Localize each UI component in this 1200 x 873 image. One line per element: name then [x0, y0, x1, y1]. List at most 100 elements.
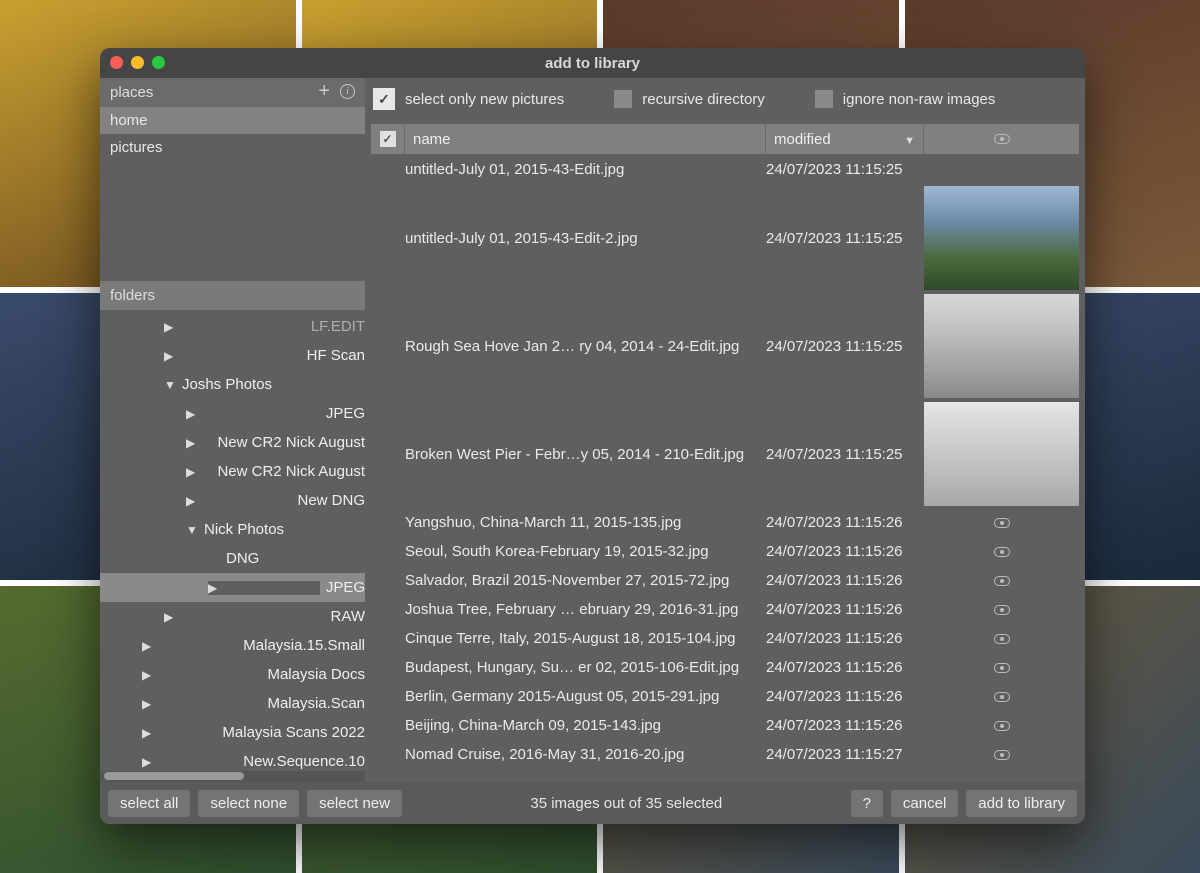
file-name: Joshua Tree, February … ebruary 29, 2016…	[405, 601, 766, 618]
chevron-right-icon[interactable]	[208, 581, 320, 595]
main-panel: select only new pictures recursive direc…	[365, 78, 1085, 782]
tree-item-label: Nick Photos	[204, 521, 284, 538]
chevron-right-icon[interactable]	[142, 639, 237, 653]
tree-item[interactable]: HF Scan	[100, 341, 365, 370]
tree-item[interactable]: LF.EDIT	[100, 312, 365, 341]
window-title: add to library	[545, 55, 640, 72]
column-preview[interactable]	[924, 124, 1079, 154]
places-heading: places i	[100, 78, 365, 107]
eye-icon	[994, 518, 1010, 528]
eye-icon	[994, 547, 1010, 557]
tree-item[interactable]: Malaysia.Scan	[100, 689, 365, 718]
add-to-library-button[interactable]: add to library	[966, 790, 1077, 817]
chevron-right-icon[interactable]	[142, 755, 237, 769]
chevron-right-icon[interactable]	[142, 697, 261, 711]
checkbox-recursive[interactable]	[614, 90, 632, 108]
select-all-button[interactable]: select all	[108, 790, 190, 817]
option-recursive[interactable]: recursive directory	[614, 90, 765, 108]
file-row[interactable]: Broken West Pier - Febr…y 05, 2014 - 210…	[371, 400, 1079, 508]
folder-tree[interactable]: LF.EDITHF ScanJoshs PhotosJPEGNew CR2 Ni…	[100, 310, 365, 771]
option-ignore-nonraw[interactable]: ignore non-raw images	[815, 90, 996, 108]
tree-item-label: RAW	[331, 608, 365, 625]
file-name: Nomad Cruise, 2016-May 31, 2016-20.jpg	[405, 746, 766, 763]
tree-item[interactable]: Joshs Photos	[100, 370, 365, 399]
tree-item[interactable]: RAW	[100, 602, 365, 631]
file-modified: 24/07/2023 11:15:25	[766, 446, 924, 463]
minimize-icon[interactable]	[131, 56, 144, 69]
chevron-right-icon[interactable]	[186, 407, 320, 421]
tree-item[interactable]: Malaysia.15.Small	[100, 631, 365, 660]
chevron-down-icon[interactable]	[164, 378, 176, 392]
chevron-right-icon[interactable]	[142, 668, 261, 682]
tree-item[interactable]: New DNG	[100, 486, 365, 515]
check-all-icon[interactable]	[380, 131, 396, 147]
place-item[interactable]: pictures	[100, 134, 365, 161]
column-name[interactable]: name	[405, 124, 766, 154]
file-row[interactable]: Salvador, Brazil 2015-November 27, 2015-…	[371, 566, 1079, 595]
file-list[interactable]: untitled-July 01, 2015-43-Edit.jpg24/07/…	[371, 154, 1079, 782]
window-controls	[110, 56, 165, 69]
eye-icon	[994, 576, 1010, 586]
file-row[interactable]: Yangshuo, China-March 11, 2015-135.jpg24…	[371, 508, 1079, 537]
select-none-button[interactable]: select none	[198, 790, 299, 817]
tree-item[interactable]: DNG	[100, 544, 365, 573]
file-name: Budapest, Hungary, Su… er 02, 2015-106-E…	[405, 659, 766, 676]
tree-item[interactable]: Malaysia Scans 2022	[100, 718, 365, 747]
file-row[interactable]: Rough Sea Hove Jan 2… ry 04, 2014 - 24-E…	[371, 292, 1079, 400]
cancel-button[interactable]: cancel	[891, 790, 958, 817]
tree-item[interactable]: Nick Photos	[100, 515, 365, 544]
titlebar: add to library	[100, 48, 1085, 78]
file-preview-cell	[924, 294, 1079, 398]
close-icon[interactable]	[110, 56, 123, 69]
file-preview-cell	[924, 750, 1079, 760]
tree-horizontal-scrollbar[interactable]	[100, 771, 365, 782]
column-name-label: name	[413, 131, 451, 148]
chevron-right-icon[interactable]	[186, 465, 211, 479]
file-name: Berlin, Germany 2015-August 05, 2015-291…	[405, 688, 766, 705]
add-place-icon[interactable]	[318, 84, 330, 101]
folders-label: folders	[110, 287, 155, 304]
file-modified: 24/07/2023 11:15:26	[766, 659, 924, 676]
column-modified[interactable]: modified	[766, 124, 924, 154]
file-row[interactable]: Cinque Terre, Italy, 2015-August 18, 201…	[371, 624, 1079, 653]
file-row[interactable]: untitled-July 01, 2015-43-Edit-2.jpg24/0…	[371, 184, 1079, 292]
zoom-icon[interactable]	[152, 56, 165, 69]
chevron-right-icon[interactable]	[186, 494, 291, 508]
thumbnail	[924, 402, 1079, 506]
tree-item[interactable]: New CR2 Nick August	[100, 457, 365, 486]
checkbox-ignore-nonraw[interactable]	[815, 90, 833, 108]
tree-item[interactable]: New.Sequence.10	[100, 747, 365, 771]
chevron-right-icon[interactable]	[142, 726, 216, 740]
file-row[interactable]: Nomad Cruise, 2016-May 31, 2016-20.jpg24…	[371, 740, 1079, 769]
column-check-all[interactable]	[371, 124, 405, 154]
chevron-right-icon[interactable]	[164, 349, 301, 363]
file-name: Seoul, South Korea-February 19, 2015-32.…	[405, 543, 766, 560]
tree-item[interactable]: JPEG	[100, 399, 365, 428]
file-row[interactable]: Seoul, South Korea-February 19, 2015-32.…	[371, 537, 1079, 566]
file-row[interactable]: Joshua Tree, February … ebruary 29, 2016…	[371, 595, 1079, 624]
place-item[interactable]: home	[100, 107, 365, 134]
file-name: Yangshuo, China-March 11, 2015-135.jpg	[405, 514, 766, 531]
file-row[interactable]: Beijing, China-March 09, 2015-143.jpg24/…	[371, 711, 1079, 740]
help-button[interactable]: ?	[851, 790, 883, 817]
file-name: Rough Sea Hove Jan 2… ry 04, 2014 - 24-E…	[405, 338, 766, 355]
file-name: Salvador, Brazil 2015-November 27, 2015-…	[405, 572, 766, 589]
chevron-right-icon[interactable]	[186, 436, 211, 450]
tree-item[interactable]: Malaysia Docs	[100, 660, 365, 689]
file-row[interactable]: untitled-July 01, 2015-43-Edit.jpg24/07/…	[371, 154, 1079, 184]
file-modified: 24/07/2023 11:15:26	[766, 717, 924, 734]
tree-item-label: Malaysia Docs	[267, 666, 365, 683]
chevron-down-icon[interactable]	[186, 523, 198, 537]
chevron-right-icon[interactable]	[164, 320, 305, 334]
tree-item[interactable]: JPEG	[100, 573, 365, 602]
checkbox-select-new[interactable]	[373, 88, 395, 110]
file-modified: 24/07/2023 11:15:26	[766, 572, 924, 589]
option-select-new[interactable]: select only new pictures	[373, 88, 564, 110]
tree-item[interactable]: New CR2 Nick August	[100, 428, 365, 457]
file-row[interactable]: Budapest, Hungary, Su… er 02, 2015-106-E…	[371, 653, 1079, 682]
chevron-right-icon[interactable]	[164, 610, 325, 624]
select-new-button[interactable]: select new	[307, 790, 402, 817]
file-preview-cell	[924, 605, 1079, 615]
file-row[interactable]: Berlin, Germany 2015-August 05, 2015-291…	[371, 682, 1079, 711]
info-icon[interactable]: i	[340, 84, 355, 99]
